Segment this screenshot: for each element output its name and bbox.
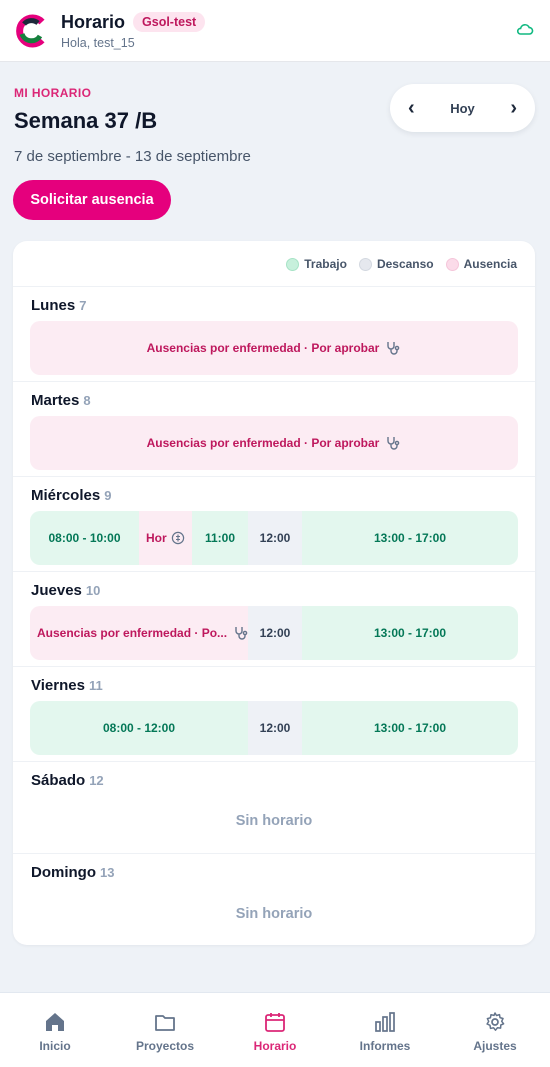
day-row-lunes: Lunes 7 Ausencias por enfermedad · Por ap… — [13, 286, 535, 381]
schedule-card: Trabajo Descanso Ausencia Lunes 7 Ausenci… — [13, 241, 535, 945]
day-bar[interactable]: 08:00 - 12:00 12:00 13:00 - 17:00 — [30, 701, 518, 755]
absence-segment[interactable]: Ausencias por enfermedad · Por aprobar — [30, 321, 518, 375]
day-number: 11 — [88, 678, 103, 693]
medical-icon — [171, 531, 184, 545]
day-bar[interactable]: Ausencias por enfermedad · Por aprobar — [30, 321, 518, 375]
brand-logo — [16, 14, 45, 47]
absence-label: Ausencias por enfermedad · Por aprobar — [146, 341, 380, 355]
absence-segment[interactable]: Ausencias por enfermedad · Po... — [30, 606, 248, 660]
absence-segment[interactable]: Ausencias por enfermedad · Por aprobar — [30, 416, 518, 470]
nav-item-horario[interactable]: Horario — [220, 993, 330, 1067]
work-segment[interactable]: 11:00 — [192, 511, 248, 565]
legend-work-label: Trabajo — [304, 257, 347, 271]
page-title: Horario — [61, 11, 126, 32]
empty-schedule-label: Sin horario — [235, 906, 313, 922]
day-number: 10 — [85, 583, 101, 598]
next-week-button[interactable]: › — [510, 97, 517, 120]
work-segment[interactable]: 08:00 - 12:00 — [30, 701, 248, 755]
day-row-miercoles: Miércoles 9 08:00 - 10:00 Hor 11:00 12:00… — [13, 476, 535, 571]
rest-segment[interactable]: 12:00 — [248, 606, 302, 660]
day-name: Martes — [31, 392, 80, 409]
legend-work: Trabajo — [286, 257, 347, 271]
stethoscope-icon — [387, 342, 400, 355]
folder-icon — [155, 1015, 175, 1031]
stethoscope-icon — [387, 437, 400, 450]
week-range: 7 de septiembre - 13 de septiembre — [14, 148, 251, 165]
nav-label: Proyectos — [135, 1039, 195, 1053]
day-number: 7 — [79, 298, 87, 313]
day-name: Jueves — [31, 582, 82, 599]
day-bar[interactable]: Ausencias por enfermedad · Po... 12:00 1… — [30, 606, 518, 660]
nav-label: Informes — [359, 1039, 411, 1053]
absence-label: Ausencias por enfermedad · Por aprobar — [146, 436, 380, 450]
legend-absence-label: Ausencia — [463, 257, 517, 271]
legend: Trabajo Descanso Ausencia — [286, 257, 517, 271]
section-eyebrow: MI HORARIO — [14, 86, 92, 100]
gear-icon — [486, 1012, 505, 1031]
work-segment[interactable]: 08:00 - 10:00 — [30, 511, 139, 565]
day-bar[interactable]: 08:00 - 10:00 Hor 11:00 12:00 13:00 - 17… — [30, 511, 518, 565]
calendar-icon — [265, 1013, 285, 1032]
rest-dot-icon — [358, 257, 372, 271]
prev-week-button[interactable]: ‹ — [408, 97, 415, 120]
day-row-martes: Martes 8 Ausencias por enfermedad · Por a… — [13, 381, 535, 476]
bottom-nav: Inicio Proyectos Horario Informes Ajuste… — [0, 992, 550, 1067]
week-navigator: ‹ Hoy › — [390, 84, 535, 132]
absence-label: Ausencias por enfermedad · Po... — [37, 626, 228, 640]
absence-dot-icon — [445, 257, 459, 271]
rest-segment[interactable]: 12:00 — [248, 511, 302, 565]
week-title: Semana 37 /B — [14, 108, 158, 133]
nav-label: Horario — [253, 1039, 297, 1053]
nav-item-informes[interactable]: Informes — [330, 993, 440, 1067]
day-name: Lunes — [31, 297, 76, 314]
day-name: Viernes — [31, 677, 85, 694]
greeting: Hola, test_15 — [61, 35, 135, 50]
nav-item-ajustes[interactable]: Ajustes — [440, 993, 550, 1067]
cloud-icon[interactable] — [516, 21, 534, 37]
day-name: Domingo — [31, 864, 96, 881]
nav-item-proyectos[interactable]: Proyectos — [110, 993, 220, 1067]
work-segment[interactable]: 13:00 - 17:00 — [302, 701, 518, 755]
day-number: 13 — [100, 865, 115, 880]
day-number: 12 — [89, 773, 104, 788]
bar-chart-icon — [375, 1012, 395, 1032]
request-absence-button[interactable]: Solicitar ausencia — [13, 180, 171, 220]
tenant-badge: Gsol-test — [133, 12, 206, 32]
absence-segment[interactable]: Hor — [139, 511, 192, 565]
nav-item-inicio[interactable]: Inicio — [0, 993, 110, 1067]
rest-segment[interactable]: 12:00 — [248, 701, 302, 755]
legend-rest: Descanso — [358, 257, 434, 271]
empty-schedule-label: Sin horario — [235, 813, 313, 829]
absence-label: Hor — [146, 531, 167, 545]
day-number: 8 — [83, 393, 91, 408]
nav-label: Ajustes — [473, 1039, 517, 1053]
day-row-domingo: Domingo 13 Sin horario — [13, 853, 535, 945]
work-dot-icon — [286, 257, 300, 271]
work-segment[interactable]: 13:00 - 17:00 — [302, 606, 518, 660]
day-bar[interactable]: Ausencias por enfermedad · Por aprobar — [30, 416, 518, 470]
nav-label: Inicio — [39, 1039, 71, 1053]
legend-absence: Ausencia — [445, 257, 517, 271]
day-name: Sábado — [31, 772, 86, 789]
day-row-sabado: Sábado 12 Sin horario — [13, 761, 535, 853]
day-row-jueves: Jueves 10 Ausencias por enfermedad · Po..… — [13, 571, 535, 666]
day-name: Miércoles — [31, 487, 101, 504]
work-segment[interactable]: 13:00 - 17:00 — [302, 511, 518, 565]
app-header: Horario Gsol-test Hola, test_15 — [0, 0, 550, 62]
day-row-viernes: Viernes 11 08:00 - 12:00 12:00 13:00 - 17… — [13, 666, 535, 761]
home-icon — [46, 1013, 64, 1031]
stethoscope-icon — [235, 627, 248, 640]
legend-rest-label: Descanso — [376, 257, 434, 271]
today-button[interactable]: Hoy — [450, 101, 475, 116]
day-number: 9 — [104, 488, 112, 503]
